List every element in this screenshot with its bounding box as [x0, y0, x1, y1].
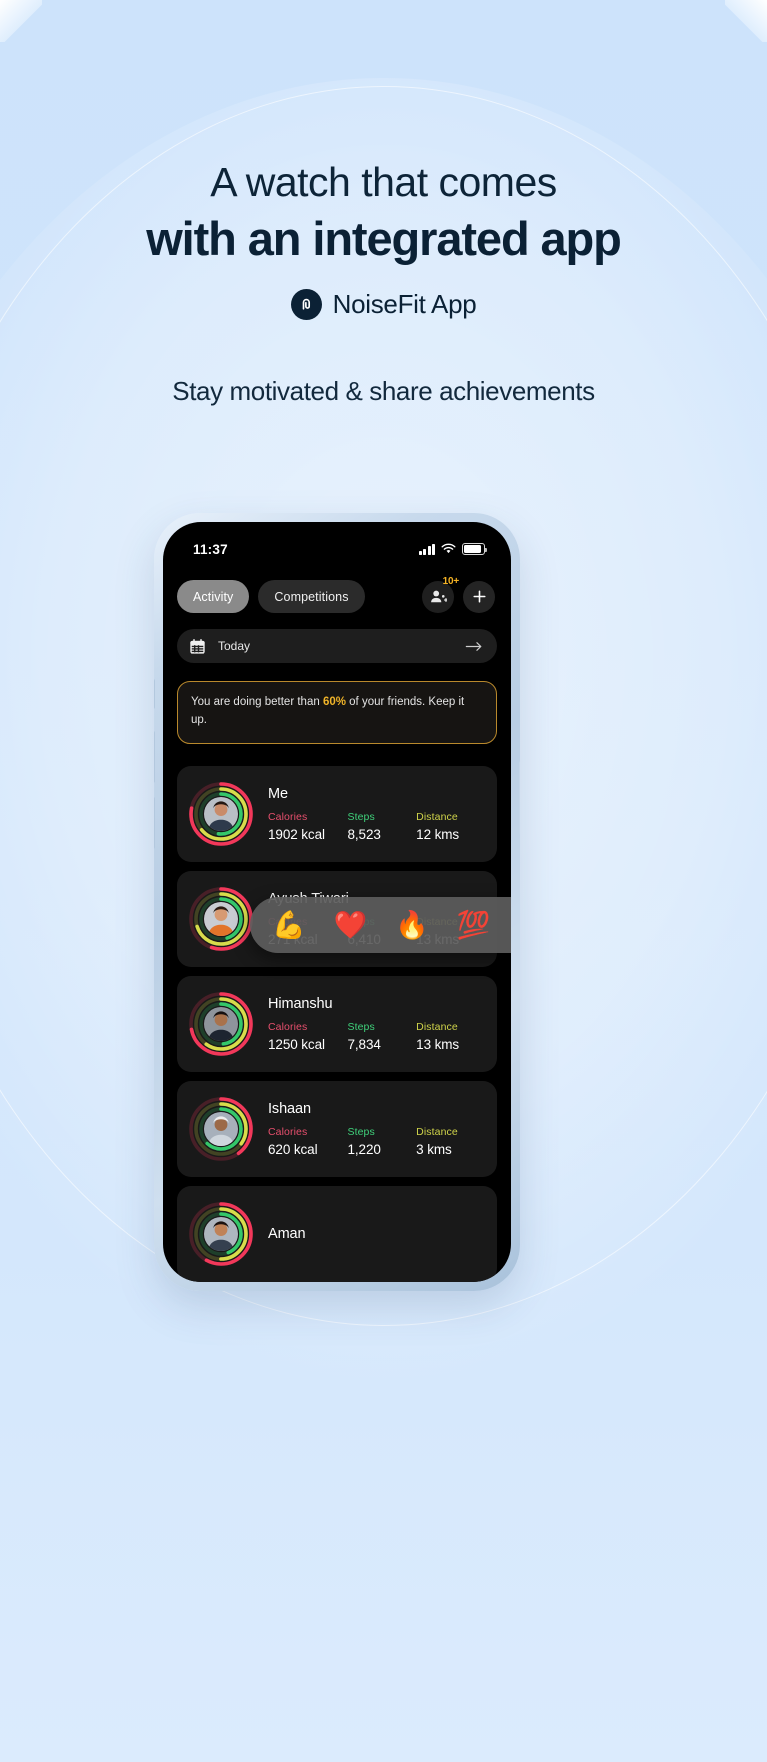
phone-volume-down-button — [154, 797, 155, 849]
add-button[interactable] — [463, 580, 495, 613]
subheadline: Stay motivated & share achievements — [172, 376, 595, 406]
table-row[interactable]: Himanshu Calories 1250 kcal Steps 7,834 Dista… — [177, 975, 497, 1072]
friend-name: Aman — [268, 1225, 306, 1242]
stat-steps: Steps 8,523 — [348, 811, 417, 842]
stat-value-calories: 1250 kcal — [268, 1036, 325, 1052]
emoji-fire[interactable]: 🔥 — [395, 911, 429, 939]
avatar-me — [204, 796, 238, 831]
phone-silent-switch — [154, 679, 155, 709]
table-row[interactable]: Me Calories 1902 kcal Steps 8,523 Distance 12 … — [177, 765, 497, 862]
stat-calories: Calories 620 kcal — [268, 1126, 348, 1157]
stat-label-distance: Distance — [416, 810, 458, 823]
friend-name: Himanshu — [268, 995, 333, 1012]
friends-badge: 10+ — [442, 575, 460, 587]
stat-distance: Distance 3 kms — [416, 1126, 483, 1157]
banner-highlight: 60% — [322, 696, 346, 708]
friend-name: Me — [268, 785, 288, 802]
phone-volume-up-button — [154, 731, 155, 783]
stat-steps: Steps 1,220 — [348, 1126, 417, 1157]
wifi-icon — [441, 543, 456, 554]
stat-label-calories: Calories — [268, 1020, 308, 1033]
activity-rings — [188, 1201, 254, 1267]
table-row[interactable]: Ishaan Calories 620 kcal Steps 1,220 Distance… — [177, 1080, 497, 1177]
motivation-banner-text: You are doing better than 60% of your fr… — [191, 694, 483, 730]
phone-power-button — [519, 761, 520, 835]
brand-row: NoiseFit App — [0, 289, 767, 321]
top-bar: Activity Competitions 10+ — [163, 566, 511, 625]
friend-info: Me Calories 1902 kcal Steps 8,523 Distance 12 … — [268, 786, 483, 842]
stat-value-calories: 1902 kcal — [268, 826, 325, 842]
stat-value-steps: 7,834 — [347, 1036, 381, 1052]
battery-icon — [462, 543, 487, 555]
friend-stats: Calories 1250 kcal Steps 7,834 Distance 13 km… — [268, 1021, 483, 1052]
brand-name: NoiseFit App — [332, 289, 477, 320]
date-selector-bar[interactable]: Today — [177, 629, 497, 663]
friend-info: Himanshu Calories 1250 kcal Steps 7,834 Dista… — [268, 996, 483, 1052]
stat-steps: Steps 7,834 — [348, 1021, 417, 1052]
tab-activity[interactable]: Activity — [177, 580, 250, 613]
friend-info: Ishaan Calories 620 kcal Steps 1,220 Distance… — [268, 1101, 483, 1157]
headline-block: A watch that comes with an integrated ap… — [0, 159, 767, 321]
status-bar: 11:37 — [163, 522, 511, 566]
motivation-banner: You are doing better than 60% of your fr… — [177, 681, 497, 744]
friends-add-icon — [430, 590, 447, 603]
noisefit-logo-icon — [290, 289, 322, 321]
emoji-reaction-bar[interactable]: 💪 ❤️ 🔥 💯 6 — [250, 897, 511, 953]
banner-text-before: You are doing better than — [191, 696, 323, 708]
avatar-himanshu — [204, 1006, 238, 1041]
avatar-aman — [204, 1216, 238, 1251]
friend-stats: Calories 620 kcal Steps 1,220 Distance 3 kms — [268, 1126, 483, 1157]
status-time: 11:37 — [193, 541, 228, 557]
friend-name: Ishaan — [268, 1100, 311, 1117]
emoji-hundred[interactable]: 💯 — [457, 911, 491, 939]
stat-label-distance: Distance — [416, 1125, 458, 1138]
stat-value-steps: 8,523 — [347, 826, 381, 842]
stat-value-distance: 12 kms — [416, 826, 460, 842]
headline-line-2: with an integrated app — [146, 211, 622, 265]
stat-value-steps: 1,220 — [347, 1141, 381, 1157]
friend-info: Aman — [268, 1226, 483, 1242]
stat-value-calories: 620 kcal — [268, 1141, 318, 1157]
stat-distance: Distance 12 kms — [416, 811, 483, 842]
calendar-icon — [190, 638, 205, 654]
friend-stats: Calories 1902 kcal Steps 8,523 Distance 12 km… — [268, 811, 483, 842]
signal-bars-icon — [419, 543, 435, 555]
stat-calories: Calories 1902 kcal — [268, 811, 348, 842]
phone-mockup: 11:37 Activity Competitions 10+ Today Yo… — [154, 513, 520, 1291]
activity-rings — [188, 886, 254, 952]
emoji-heart[interactable]: ❤️ — [334, 911, 368, 939]
friends-add-button[interactable]: 10+ — [422, 576, 459, 613]
emoji-muscle[interactable]: 💪 — [272, 911, 306, 939]
stat-value-distance: 3 kms — [416, 1141, 452, 1157]
avatar-ishaan — [204, 1111, 238, 1146]
status-icons — [419, 543, 487, 555]
tab-competitions[interactable]: Competitions — [258, 580, 365, 613]
arrow-right-icon[interactable] — [465, 641, 483, 652]
corner-highlight-right — [725, 0, 767, 42]
stat-value-distance: 13 kms — [416, 1036, 460, 1052]
corner-highlight-left — [0, 0, 42, 42]
stat-distance: Distance 13 kms — [416, 1021, 483, 1052]
headline-line-1: A watch that comes — [210, 159, 557, 205]
stat-label-steps: Steps — [347, 1125, 375, 1138]
stat-label-steps: Steps — [347, 1020, 375, 1033]
phone-screen: 11:37 Activity Competitions 10+ Today Yo… — [163, 522, 511, 1282]
activity-rings — [188, 1096, 254, 1162]
table-row[interactable]: Aman — [177, 1185, 497, 1282]
stat-label-steps: Steps — [347, 810, 375, 823]
activity-rings — [188, 991, 254, 1057]
stat-calories: Calories 1250 kcal — [268, 1021, 348, 1052]
stat-label-distance: Distance — [416, 1020, 458, 1033]
stat-label-calories: Calories — [268, 1125, 308, 1138]
friends-activity-list: Me Calories 1902 kcal Steps 8,523 Distance 12 … — [163, 765, 511, 1282]
stat-label-calories: Calories — [268, 810, 308, 823]
plus-icon — [472, 590, 486, 603]
avatar-ayush — [204, 901, 238, 936]
activity-rings — [188, 781, 254, 847]
date-label: Today — [218, 639, 251, 653]
